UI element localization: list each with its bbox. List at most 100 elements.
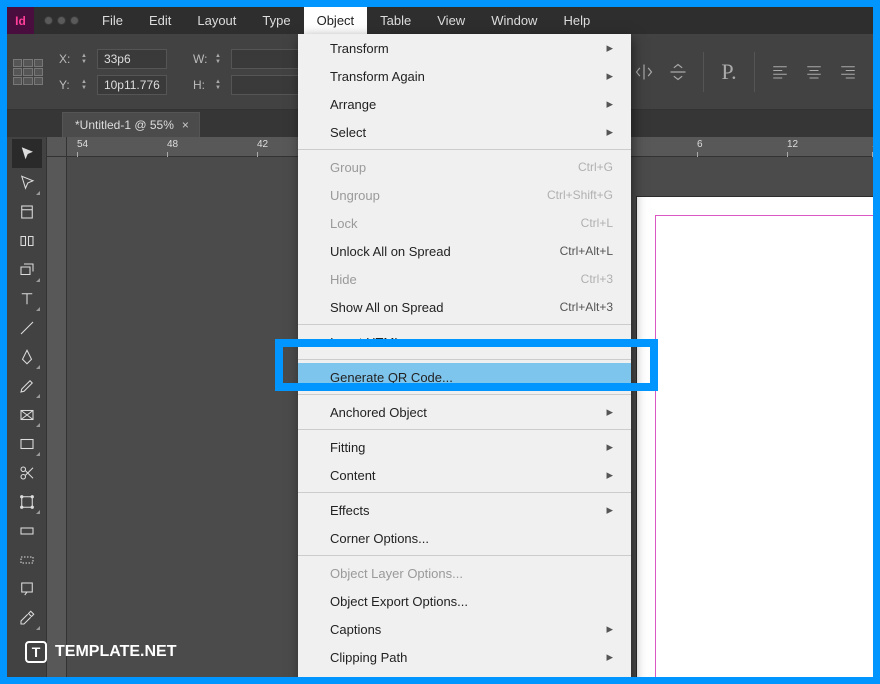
paragraph-style-icon[interactable]: P.	[716, 59, 742, 85]
menu-bar: Id FileEditLayoutTypeObjectTableViewWind…	[7, 7, 873, 34]
vertical-ruler[interactable]	[47, 157, 67, 677]
menu-item-clipping-path[interactable]: Clipping Path▸	[298, 643, 631, 671]
menu-item-label: Object Layer Options...	[330, 566, 463, 581]
w-field[interactable]	[231, 49, 301, 69]
selection-tool[interactable]	[12, 139, 42, 168]
x-field[interactable]: 33p6	[97, 49, 167, 69]
pen-tool[interactable]	[12, 342, 42, 371]
menu-help[interactable]: Help	[550, 7, 603, 34]
menu-item-label: Fitting	[330, 440, 365, 455]
menu-window[interactable]: Window	[478, 7, 550, 34]
menu-item-corner-options[interactable]: Corner Options...	[298, 524, 631, 552]
submenu-arrow-icon: ▸	[606, 502, 613, 518]
menu-item-arrange[interactable]: Arrange ▸	[298, 90, 631, 118]
page-tool[interactable]	[12, 197, 42, 226]
menu-item-label: Lock	[330, 216, 357, 231]
gradient-swatch-tool[interactable]	[12, 516, 42, 545]
menu-shortcut: Ctrl+Shift+G	[547, 188, 613, 202]
window-controls[interactable]	[34, 7, 89, 34]
free-transform-tool[interactable]	[12, 487, 42, 516]
menu-item-content[interactable]: Content▸	[298, 461, 631, 489]
x-stepper[interactable]: ▲▼	[81, 53, 87, 65]
menu-item-object-export-options[interactable]: Object Export Options...	[298, 587, 631, 615]
ruler-tick: 18	[872, 137, 873, 157]
eyedropper-tool[interactable]	[12, 603, 42, 632]
align-center-icon[interactable]	[801, 59, 827, 85]
submenu-arrow-icon: ▸	[606, 40, 613, 56]
menu-item-label: Content	[330, 468, 376, 483]
menu-item-generate-qr-code[interactable]: Generate QR Code...	[298, 363, 631, 391]
menu-item-image-color-settings: Image Color Settings...	[298, 671, 631, 677]
menu-item-select[interactable]: Select▸	[298, 118, 631, 146]
menu-item-label: Effects	[330, 503, 370, 518]
content-collector-tool[interactable]	[12, 255, 42, 284]
line-tool[interactable]	[12, 313, 42, 342]
menu-shortcut: Ctrl+Alt+3	[560, 300, 613, 314]
menu-type[interactable]: Type	[249, 7, 303, 34]
align-right-icon[interactable]	[835, 59, 861, 85]
menu-shortcut: Ctrl+Alt+L	[560, 244, 613, 258]
menu-item-label: Group	[330, 160, 366, 175]
menu-item-fitting[interactable]: Fitting ▸	[298, 433, 631, 461]
submenu-arrow-icon: ▸	[606, 439, 613, 455]
watermark-text: TEMPLATE.NET	[55, 643, 176, 661]
gap-tool[interactable]	[12, 226, 42, 255]
direct-selection-tool[interactable]	[12, 168, 42, 197]
note-tool[interactable]	[12, 574, 42, 603]
menu-object[interactable]: Object	[304, 7, 368, 34]
menu-item-effects[interactable]: Effects ▸	[298, 496, 631, 524]
scissors-tool[interactable]	[12, 458, 42, 487]
type-tool[interactable]	[12, 284, 42, 313]
menu-item-captions[interactable]: Captions▸	[298, 615, 631, 643]
ruler-tick: 48	[167, 137, 178, 157]
gradient-feather-tool[interactable]	[12, 545, 42, 574]
menu-item-transform[interactable]: Transform ▸	[298, 34, 631, 62]
menu-item-group: GroupCtrl+G	[298, 153, 631, 181]
menu-layout[interactable]: Layout	[184, 7, 249, 34]
menu-item-insert-html[interactable]: Insert HTML...	[298, 328, 631, 356]
menu-item-label: Insert HTML...	[330, 335, 412, 350]
h-field[interactable]	[231, 75, 301, 95]
rectangle-frame-tool[interactable]	[12, 400, 42, 429]
rectangle-tool[interactable]	[12, 429, 42, 458]
y-label: Y:	[59, 78, 75, 92]
menu-item-show-all-on-spread[interactable]: Show All on SpreadCtrl+Alt+3	[298, 293, 631, 321]
menu-item-label: Hide	[330, 272, 357, 287]
flip-horizontal-icon[interactable]	[631, 59, 657, 85]
document-page[interactable]	[637, 197, 873, 677]
ruler-tick: 12	[787, 137, 798, 157]
menu-edit[interactable]: Edit	[136, 7, 184, 34]
ruler-tick: 6	[697, 137, 703, 157]
y-stepper[interactable]: ▲▼	[81, 79, 87, 91]
close-tab-icon[interactable]: ×	[182, 118, 189, 132]
menu-item-label: Anchored Object	[330, 405, 427, 420]
reference-point-grid[interactable]	[13, 59, 43, 85]
ruler-origin[interactable]	[47, 137, 67, 157]
watermark: T TEMPLATE.NET	[25, 641, 176, 663]
menu-shortcut: Ctrl+L	[581, 216, 613, 230]
tool-panel	[7, 137, 47, 677]
menu-item-lock: Lock Ctrl+L	[298, 209, 631, 237]
menu-item-label: Arrange	[330, 97, 376, 112]
pencil-tool[interactable]	[12, 371, 42, 400]
submenu-arrow-icon: ▸	[606, 68, 613, 84]
menu-file[interactable]: File	[89, 7, 136, 34]
submenu-arrow-icon: ▸	[606, 649, 613, 665]
flip-vertical-icon[interactable]	[665, 59, 691, 85]
menu-item-ungroup: UngroupCtrl+Shift+G	[298, 181, 631, 209]
submenu-arrow-icon: ▸	[606, 96, 613, 112]
menu-item-transform-again[interactable]: Transform Again▸	[298, 62, 631, 90]
document-tab[interactable]: *Untitled-1 @ 55% ×	[62, 112, 200, 137]
menu-view[interactable]: View	[424, 7, 478, 34]
h-stepper[interactable]: ▲▼	[215, 79, 221, 91]
align-left-icon[interactable]	[767, 59, 793, 85]
menu-item-anchored-object[interactable]: Anchored Object▸	[298, 398, 631, 426]
object-menu-dropdown: Transform▸Transform Again▸Arrange▸Select…	[298, 34, 631, 677]
y-field[interactable]: 10p11.776	[97, 75, 167, 95]
menu-item-object-layer-options: Object Layer Options...	[298, 559, 631, 587]
menu-item-label: Generate QR Code...	[330, 370, 453, 385]
menu-item-label: Transform	[330, 41, 389, 56]
w-stepper[interactable]: ▲▼	[215, 53, 221, 65]
menu-table[interactable]: Table	[367, 7, 424, 34]
menu-item-unlock-all-on-spread[interactable]: Unlock All on SpreadCtrl+Alt+L	[298, 237, 631, 265]
